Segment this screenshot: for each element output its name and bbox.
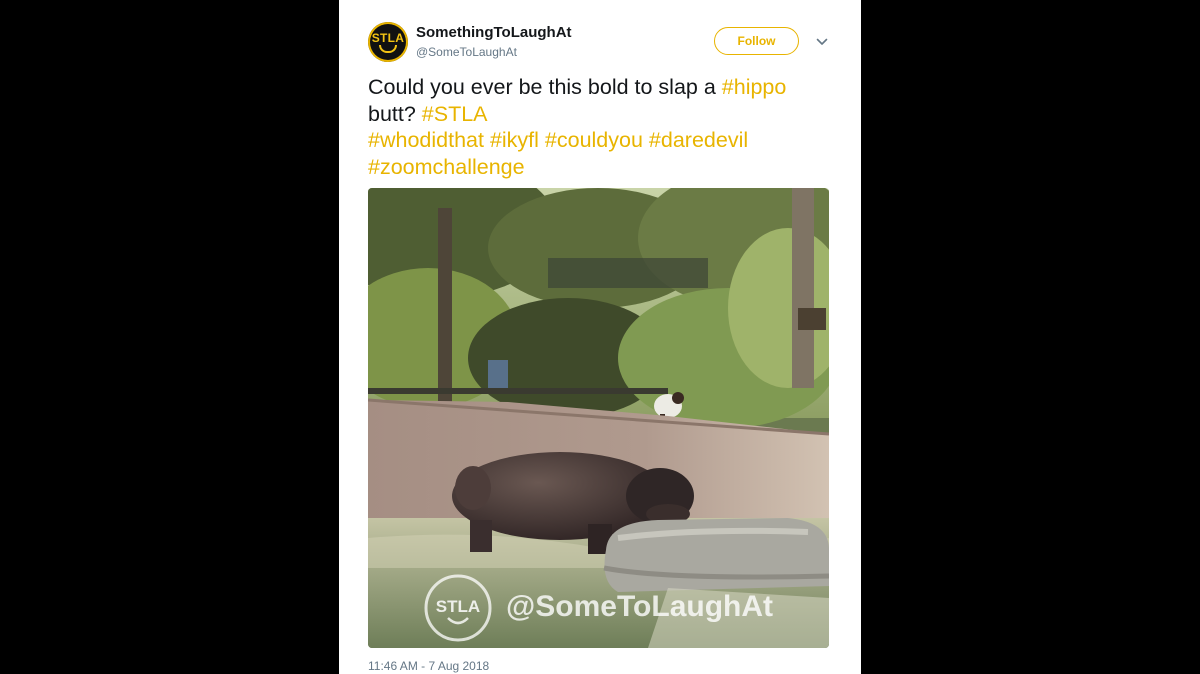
author-name[interactable]: SomethingToLaughAt <box>416 24 572 41</box>
hashtag-zoomchallenge[interactable]: #zoomchallenge <box>368 155 525 179</box>
avatar-smile-icon <box>379 44 397 53</box>
tweet-video[interactable]: STLA @SomeToLaughAt <box>368 188 829 648</box>
video-frame: STLA @SomeToLaughAt <box>368 188 829 648</box>
follow-button-label: Follow <box>737 34 776 48</box>
hashtag-stla[interactable]: #STLA <box>422 102 488 126</box>
tweet-card: STLA SomethingToLaughAt @SomeToLaughAt F… <box>339 0 861 674</box>
hashtag-ikyfl[interactable]: #ikyfl <box>490 128 539 152</box>
tweet-text: Could you ever be this bold to slap a #h… <box>368 74 838 180</box>
tweet-timestamp[interactable]: 11:46 AM - 7 Aug 2018 <box>368 659 489 673</box>
tweet-text-part: Could you ever be this bold to slap a <box>368 75 722 99</box>
avatar[interactable]: STLA <box>368 22 408 62</box>
author-handle[interactable]: @SomeToLaughAt <box>416 45 517 59</box>
hashtag-couldyou[interactable]: #couldyou <box>545 128 643 152</box>
hashtag-whodidthat[interactable]: #whodidthat <box>368 128 484 152</box>
chevron-down-icon[interactable] <box>816 36 828 48</box>
watermark-handle: @SomeToLaughAt <box>506 590 773 623</box>
watermark-logo: STLA <box>436 597 480 616</box>
tweet-text-part: butt? <box>368 101 422 126</box>
hashtag-hippo[interactable]: #hippo <box>722 75 787 99</box>
follow-button[interactable]: Follow <box>714 27 799 55</box>
avatar-logo-text: STLA <box>371 30 405 45</box>
hashtag-daredevil[interactable]: #daredevil <box>649 128 748 152</box>
